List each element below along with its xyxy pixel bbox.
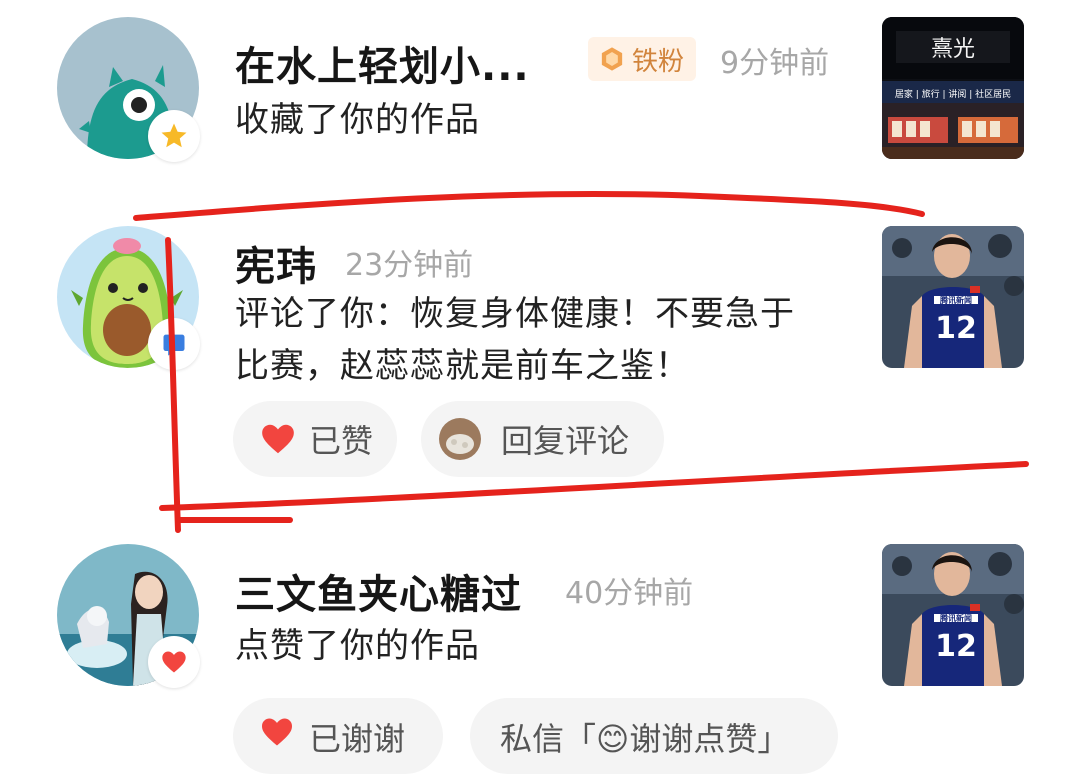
jersey-text: 腾讯新闻	[939, 613, 972, 623]
action-text: 点赞了你的作品	[235, 626, 480, 666]
thumbnail-sign: 熹光	[931, 37, 975, 62]
heart-icon	[162, 651, 186, 673]
notification-item[interactable]: 三文鱼夹心糖过 40分钟前 点赞了你的作品 已谢谢 私信「😊谢谢点赞」 腾讯新闻…	[0, 520, 1080, 774]
direct-message-button[interactable]: 私信「😊谢谢点赞」	[470, 698, 838, 774]
like-badge	[148, 636, 200, 688]
star-badge	[148, 110, 200, 162]
liked-button[interactable]: 已赞	[233, 401, 397, 477]
post-thumbnail[interactable]: 熹光 居家 | 旅行 | 讲阅 | 社区居民	[882, 17, 1024, 159]
thumbnail-tags: 居家 | 旅行 | 讲阅 | 社区居民	[895, 88, 1011, 100]
thanks-label: 已谢谢	[309, 720, 406, 758]
reply-comment-label: 回复评论	[501, 422, 630, 460]
reply-comment-button[interactable]: 回复评论	[421, 401, 664, 477]
jersey-number: 12	[935, 629, 977, 664]
fan-badge: 铁粉	[588, 37, 697, 81]
mini-avatar	[439, 418, 481, 460]
star-icon	[161, 123, 187, 148]
comment-text-line2: 比赛，赵蕊蕊就是前车之鉴！	[235, 346, 690, 386]
timestamp: 23分钟前	[345, 248, 474, 283]
post-thumbnail[interactable]: 腾讯新闻 12	[882, 226, 1024, 368]
user-name[interactable]: 宪玮	[235, 234, 317, 292]
timestamp: 40分钟前	[565, 576, 694, 611]
notification-item[interactable]: 在水上轻划小... 铁粉 9分钟前 收藏了你的作品 熹光 居家 | 旅行 | 讲…	[0, 0, 1080, 190]
direct-message-label: 私信「😊谢谢点赞」	[500, 720, 790, 758]
comment-text-line1: 评论了你：恢复身体健康！不要急于	[235, 294, 795, 334]
notification-item[interactable]: 宪玮 23分钟前 评论了你：恢复身体健康！不要急于 比赛，赵蕊蕊就是前车之鉴！ …	[0, 200, 1080, 500]
action-text: 收藏了你的作品	[235, 100, 480, 140]
fan-badge-label: 铁粉	[632, 46, 685, 77]
thanks-button[interactable]: 已谢谢	[233, 698, 443, 774]
heart-icon	[262, 424, 294, 454]
heart-icon	[262, 718, 292, 746]
jersey-text: 腾讯新闻	[939, 295, 972, 305]
timestamp: 9分钟前	[720, 46, 830, 81]
post-thumbnail[interactable]: 腾讯新闻 12	[882, 544, 1024, 686]
fan-badge-icon	[601, 47, 623, 71]
comment-badge	[148, 318, 200, 370]
comment-icon	[163, 334, 185, 356]
user-name[interactable]: 在水上轻划小...	[235, 34, 530, 92]
jersey-number: 12	[935, 311, 977, 346]
user-name[interactable]: 三文鱼夹心糖过	[235, 562, 522, 620]
liked-label: 已赞	[309, 422, 374, 460]
